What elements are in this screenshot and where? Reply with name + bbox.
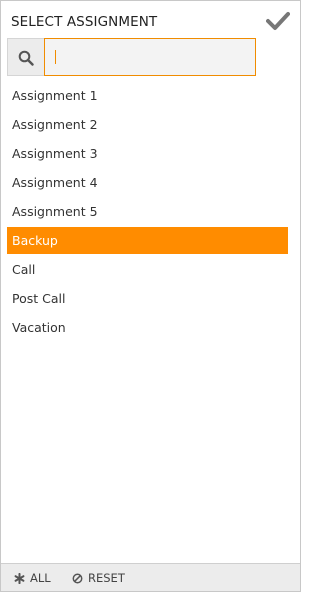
assignment-option[interactable]: Assignment 2 — [7, 110, 288, 139]
assignment-option[interactable]: Assignment 4 — [7, 168, 288, 197]
assignment-option[interactable]: Backup — [7, 227, 288, 254]
select-all-button[interactable]: ALL — [14, 570, 51, 586]
search-bar — [7, 38, 257, 76]
confirm-button[interactable] — [266, 11, 290, 31]
assignment-list: Assignment 1 Assignment 2 Assignment 3 Assi… — [7, 81, 288, 342]
ban-icon — [72, 573, 83, 583]
checkmark-icon — [266, 12, 290, 30]
header: SELECT ASSIGNMENT — [1, 1, 300, 39]
assignment-option[interactable]: Vacation — [7, 313, 288, 342]
assignment-option[interactable]: Assignment 3 — [7, 139, 288, 168]
assignment-option[interactable]: Assignment 5 — [7, 197, 288, 226]
text-caret — [55, 50, 56, 64]
footer: ALL RESET — [1, 563, 300, 591]
reset-label: RESET — [88, 571, 125, 585]
assignment-option[interactable]: Post Call — [7, 284, 288, 313]
search-button[interactable] — [7, 38, 44, 76]
search-icon — [18, 50, 34, 66]
asterisk-icon — [14, 572, 25, 584]
reset-button[interactable]: RESET — [72, 570, 125, 586]
panel-title: SELECT ASSIGNMENT — [11, 14, 158, 30]
assignment-option[interactable]: Assignment 1 — [7, 81, 288, 110]
search-input[interactable] — [44, 38, 256, 76]
assignment-picker-panel: SELECT ASSIGNMENT Assignment 1 Assignment… — [0, 0, 301, 592]
assignment-option[interactable]: Call — [7, 255, 288, 284]
select-all-label: ALL — [30, 571, 51, 585]
